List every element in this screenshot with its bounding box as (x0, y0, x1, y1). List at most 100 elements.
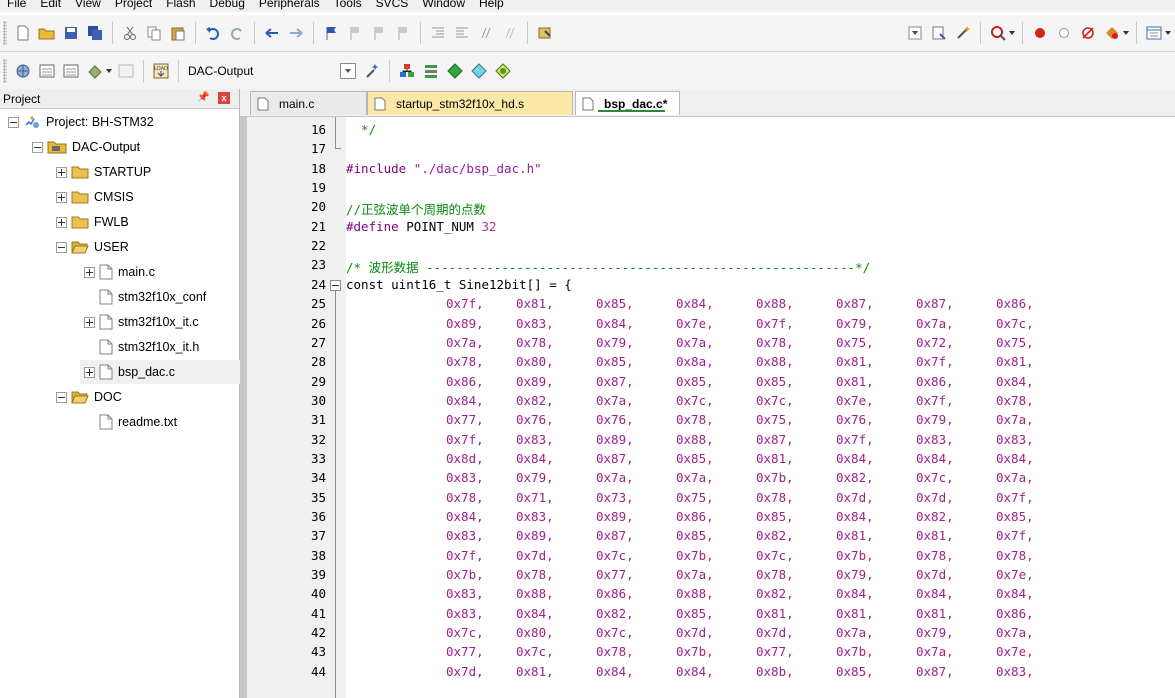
disable-breakpoint-icon[interactable] (1054, 23, 1074, 43)
menu-flash[interactable]: Flash (159, 0, 202, 12)
navigate-back-icon[interactable] (262, 23, 282, 43)
tab-bsp-dac-c[interactable]: bsp_dac.c* (575, 91, 680, 115)
unindent-icon[interactable] (452, 23, 472, 43)
menu-peripherals[interactable]: Peripherals (252, 0, 327, 12)
toolbar-grip[interactable] (3, 58, 7, 83)
file-extensions-icon[interactable] (397, 61, 417, 81)
code-line[interactable]: 34 0x83, 0x79, 0x7a, 0x7a, 0x7b, 0x82, 0x7c, 0x7… (240, 468, 1175, 487)
code-line[interactable]: 19 (240, 178, 1175, 197)
expand-icon[interactable] (84, 316, 95, 328)
collapse-icon[interactable] (56, 241, 67, 253)
chevron-down-icon[interactable] (106, 68, 112, 73)
translate-icon[interactable] (13, 61, 33, 81)
code-line[interactable]: 37 0x83, 0x89, 0x87, 0x85, 0x82, 0x81, 0x81, 0x7… (240, 526, 1175, 545)
code-line[interactable]: 42 0x7c, 0x80, 0x7c, 0x7d, 0x7d, 0x7a, 0x79, 0x7… (240, 623, 1175, 642)
code-line[interactable]: 24 const uint16_t Sine12bit[] = { (240, 275, 1175, 294)
menu-help[interactable]: Help (472, 0, 511, 12)
next-bookmark-icon[interactable] (369, 23, 389, 43)
tree-item[interactable]: main.c (84, 260, 155, 284)
tab-startup-s[interactable]: startup_stm32f10x_hd.s (367, 91, 573, 115)
code-line[interactable]: 18 #include "./dac/bsp_dac.h" (240, 159, 1175, 178)
cut-icon[interactable] (120, 23, 140, 43)
configure-icon[interactable] (929, 23, 949, 43)
expand-icon[interactable] (56, 166, 67, 178)
code-line[interactable]: 29 0x86, 0x89, 0x87, 0x85, 0x85, 0x81, 0x86, 0x8… (240, 372, 1175, 391)
menu-view[interactable]: View (68, 0, 108, 12)
code-line[interactable]: 32 0x7f, 0x83, 0x89, 0x88, 0x87, 0x7f, 0x83, 0x8… (240, 430, 1175, 449)
copy-icon[interactable] (144, 23, 164, 43)
prev-bookmark-icon[interactable] (345, 23, 365, 43)
dropdown-icon[interactable] (905, 23, 925, 43)
code-line[interactable]: 33 0x8d, 0x84, 0x87, 0x85, 0x81, 0x84, 0x84, 0x8… (240, 449, 1175, 468)
download-icon[interactable]: LOAD (151, 61, 171, 81)
tree-item[interactable]: Project: BH-STM32 (8, 110, 154, 134)
tree-item[interactable]: DOC (56, 385, 122, 409)
code-line[interactable]: 38 0x7f, 0x7d, 0x7c, 0x7b, 0x7c, 0x7b, 0x78, 0x7… (240, 546, 1175, 565)
code-line[interactable]: 41 0x83, 0x84, 0x82, 0x85, 0x81, 0x81, 0x81, 0x8… (240, 604, 1175, 623)
code-line[interactable]: 27 0x7a, 0x78, 0x79, 0x7a, 0x78, 0x75, 0x72, 0x7… (240, 333, 1175, 352)
chevron-down-icon[interactable] (1165, 31, 1171, 35)
batch-build-icon[interactable] (85, 61, 105, 81)
tree-item[interactable]: stm32f10x_it.c (84, 310, 199, 334)
code-line[interactable]: 44 0x7d, 0x81, 0x84, 0x84, 0x8b, 0x85, 0x87, 0x8… (240, 662, 1175, 681)
rebuild-icon[interactable] (61, 61, 81, 81)
close-icon[interactable]: x (218, 92, 230, 104)
tree-item[interactable]: readme.txt (84, 410, 177, 434)
tree-item[interactable]: stm32f10x_it.h (84, 335, 199, 359)
indent-icon[interactable] (428, 23, 448, 43)
code-line[interactable]: 20 //正弦波单个周期的点数 (240, 197, 1175, 217)
magic-wand-icon[interactable] (953, 23, 973, 43)
tree-item[interactable]: stm32f10x_conf (84, 285, 206, 309)
trace-icon[interactable] (1102, 23, 1122, 43)
build-icon[interactable] (37, 61, 57, 81)
select-packs-icon[interactable] (445, 61, 465, 81)
bookmark-icon[interactable] (321, 23, 341, 43)
menu-debug[interactable]: Debug (203, 0, 252, 12)
tree-item[interactable]: STARTUP (56, 160, 151, 184)
comment-icon[interactable] (476, 23, 496, 43)
collapse-icon[interactable] (32, 141, 43, 153)
pack-installer-icon[interactable] (493, 61, 513, 81)
window-layout-icon[interactable] (1144, 23, 1164, 43)
tree-item[interactable]: CMSIS (56, 185, 134, 209)
chevron-down-icon[interactable] (1123, 31, 1129, 35)
save-icon[interactable] (61, 23, 81, 43)
menu-project[interactable]: Project (108, 0, 159, 12)
breakpoint-icon[interactable] (1030, 23, 1050, 43)
tree-item[interactable]: FWLB (56, 210, 129, 234)
code-line[interactable]: 40 0x83, 0x88, 0x86, 0x88, 0x82, 0x84, 0x84, 0x8… (240, 584, 1175, 603)
code-line[interactable]: 23 /* 波形数据 ------------------------------… (240, 255, 1175, 275)
paste-icon[interactable] (168, 23, 188, 43)
code-editor[interactable]: 16 */ 17 18 #include "./dac/bsp_dac.h" 19 20 /… (240, 117, 1175, 698)
undo-icon[interactable] (203, 23, 223, 43)
code-line[interactable]: 43 0x77, 0x7c, 0x78, 0x7b, 0x77, 0x7b, 0x7a, 0x7… (240, 642, 1175, 661)
collapse-icon[interactable] (56, 391, 67, 403)
menu-edit[interactable]: Edit (33, 0, 68, 12)
debug-session-icon[interactable] (988, 23, 1008, 43)
code-line[interactable]: 30 0x84, 0x82, 0x7a, 0x7c, 0x7c, 0x7e, 0x7f, 0x7… (240, 391, 1175, 410)
menu-file[interactable]: File (0, 0, 33, 12)
code-line[interactable]: 21 #define POINT_NUM 32 (240, 217, 1175, 236)
code-line[interactable]: 22 (240, 236, 1175, 255)
code-line[interactable]: 28 0x78, 0x80, 0x85, 0x8a, 0x88, 0x81, 0x7f, 0x8… (240, 352, 1175, 371)
new-file-icon[interactable] (13, 23, 33, 43)
code-line[interactable]: 31 0x77, 0x76, 0x76, 0x78, 0x75, 0x76, 0x79, 0x7… (240, 410, 1175, 429)
redo-icon[interactable] (227, 23, 247, 43)
pack-installer-icon[interactable] (469, 61, 489, 81)
navigate-forward-icon[interactable] (286, 23, 306, 43)
tab-main-c[interactable]: main.c (250, 91, 367, 115)
expand-icon[interactable] (84, 266, 95, 278)
manage-components-icon[interactable] (421, 61, 441, 81)
code-line[interactable]: 39 0x7b, 0x78, 0x77, 0x7a, 0x78, 0x79, 0x7d, 0x7… (240, 565, 1175, 584)
code-line[interactable]: 26 0x89, 0x83, 0x84, 0x7e, 0x7f, 0x79, 0x7a, 0x7… (240, 314, 1175, 333)
open-folder-icon[interactable] (37, 23, 57, 43)
chevron-down-icon[interactable] (1009, 31, 1015, 35)
menu-window[interactable]: Window (415, 0, 472, 12)
tree-item[interactable]: USER (56, 235, 129, 259)
stop-build-icon[interactable] (116, 61, 136, 81)
code-line[interactable]: 36 0x84, 0x83, 0x89, 0x86, 0x85, 0x84, 0x82, 0x8… (240, 507, 1175, 526)
collapse-icon[interactable] (8, 116, 19, 128)
expand-icon[interactable] (56, 191, 67, 203)
expand-icon[interactable] (56, 216, 67, 228)
toolbar-grip[interactable] (3, 21, 7, 45)
